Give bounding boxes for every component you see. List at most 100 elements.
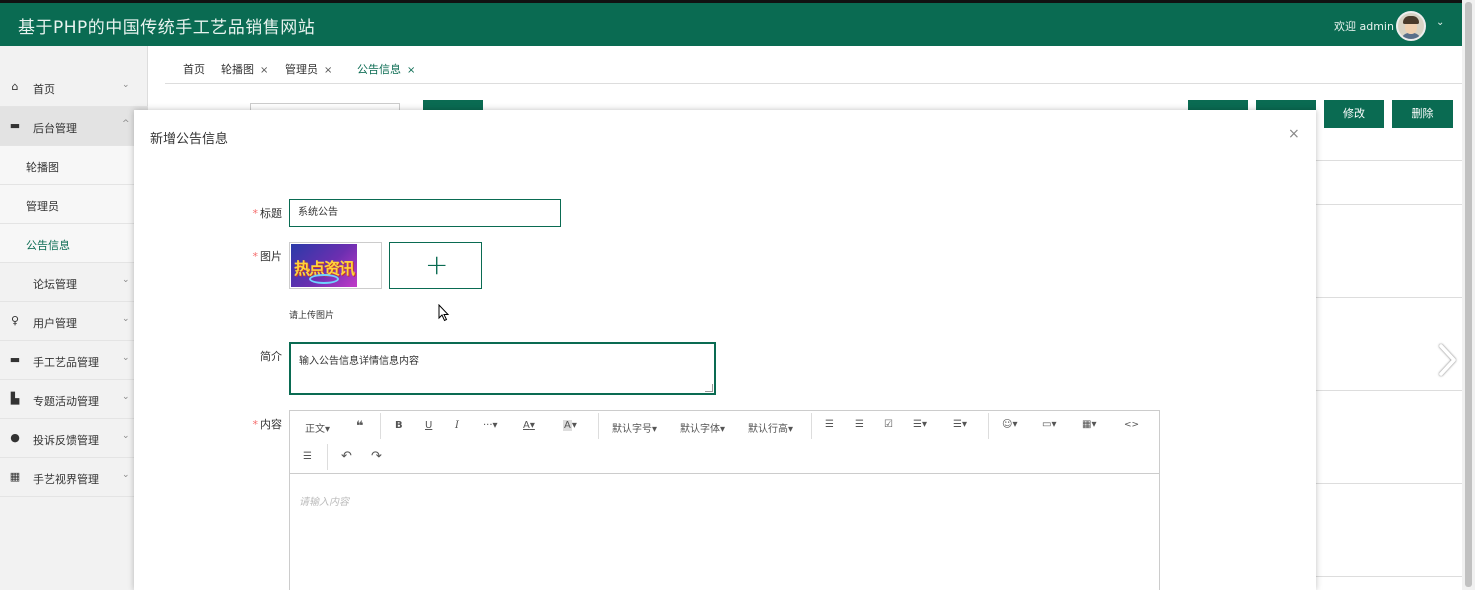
chevron-right-icon[interactable]	[1436, 340, 1460, 380]
chevron-down-icon: ⌄	[122, 470, 130, 480]
tab-admins[interactable]: 管理员 ×	[285, 61, 332, 77]
vertical-scrollbar[interactable]	[1462, 0, 1475, 590]
close-icon[interactable]: ×	[324, 65, 332, 76]
paragraph-dropdown[interactable]: 正文▾	[305, 420, 330, 435]
sidebar-item-feedback[interactable]: ● 投诉反馈管理 ⌄	[0, 419, 148, 458]
more-icon[interactable]: ···▾	[483, 420, 498, 431]
summary-label: 简介	[260, 350, 282, 363]
editor-toolbar: 正文▾ ❝ B U I ···▾ A▾ A▾ 默认字号▾ 默认字体▾ 默认行高▾…	[290, 411, 1159, 474]
sidebar-item-label: 投诉反馈管理	[33, 434, 99, 447]
redo-icon[interactable]: ↷	[371, 449, 382, 464]
chevron-down-icon[interactable]: ⌄	[1436, 17, 1444, 28]
toolbar-divider	[988, 413, 989, 439]
sidebar-item-craft-vision[interactable]: ▦ 手艺视界管理 ⌄	[0, 458, 148, 497]
folder-icon: ▬	[9, 353, 21, 366]
table-divider	[1316, 390, 1462, 391]
chart-icon: ▙	[10, 392, 20, 405]
resize-handle[interactable]	[705, 384, 713, 392]
news-image: 热点资讯	[291, 244, 357, 287]
caret-down-icon: ▾	[492, 420, 498, 431]
tab-bar: 首页 轮播图 × 管理员 × 公告信息 ×	[165, 56, 1462, 84]
more-glyph: ···	[483, 420, 493, 431]
caret-down-icon: ▾	[652, 424, 658, 435]
sidebar-item-admin[interactable]: ▬ 后台管理 ^	[0, 107, 148, 146]
code-icon[interactable]: <>	[1124, 420, 1139, 430]
sidebar-item-label: 手工艺品管理	[33, 356, 99, 369]
close-icon[interactable]: ×	[260, 65, 268, 76]
title-input[interactable]: 系统公告	[289, 199, 561, 227]
sidebar-subitem-label: 轮播图	[26, 161, 59, 174]
bulleted-list-icon[interactable]: ☰	[825, 419, 834, 430]
font-color-glyph: A	[523, 420, 530, 431]
sidebar-item-label: 后台管理	[33, 122, 77, 135]
caret-down-icon: ▾	[1051, 419, 1057, 430]
tab-home[interactable]: 首页	[183, 61, 205, 77]
indent-icon[interactable]: ☰▾	[953, 419, 967, 430]
avatar-shirt	[1401, 33, 1421, 39]
sidebar-item-home[interactable]: ⌂ 首页 ⌄	[0, 68, 148, 107]
toolbar-divider	[598, 413, 599, 439]
welcome-text: 欢迎 admin	[1334, 20, 1394, 33]
editor-placeholder[interactable]: 请输入内容	[299, 493, 349, 508]
table-divider	[1316, 297, 1462, 298]
align-icon[interactable]: ☰▾	[913, 419, 927, 430]
quote-icon[interactable]: ❝	[356, 419, 364, 434]
grid-icon: ▦	[9, 470, 21, 483]
edit-button[interactable]: 修改	[1324, 100, 1384, 128]
font-family-dropdown[interactable]: 默认字体▾	[680, 420, 725, 435]
circle-icon: ●	[10, 431, 20, 444]
line-height-dropdown[interactable]: 默认行高▾	[748, 420, 793, 435]
tab-announcements[interactable]: 公告信息 ×	[357, 61, 415, 77]
table-icon[interactable]: ▦▾	[1082, 419, 1096, 430]
dropdown-label: 默认行高	[748, 424, 788, 435]
top-header: 基于PHP的中国传统手工艺品销售网站 欢迎 admin ⌄	[0, 0, 1462, 46]
tab-label: 首页	[183, 63, 205, 76]
uploaded-image-thumbnail[interactable]: 热点资讯	[289, 242, 382, 289]
caret-down-icon: ▾	[529, 420, 535, 431]
sidebar-subitem-admins[interactable]: 管理员	[0, 185, 148, 224]
font-color-icon[interactable]: A▾	[523, 420, 535, 431]
close-icon[interactable]: ×	[407, 65, 415, 76]
chevron-down-icon: ⌄	[122, 353, 130, 363]
todo-icon[interactable]: ☑	[884, 419, 893, 430]
toolbar-divider	[380, 413, 381, 439]
dropdown-label: 默认字体	[680, 424, 720, 435]
bg-color-glyph: A	[563, 420, 572, 431]
background-color-icon[interactable]: A▾	[563, 420, 577, 431]
summary-textarea[interactable]: 输入公告信息详情信息内容	[289, 342, 716, 395]
emoji-icon[interactable]: ☺▾	[1002, 419, 1017, 430]
sidebar-subitem-carousel[interactable]: 轮播图	[0, 146, 148, 185]
table-divider	[1316, 160, 1462, 161]
sidebar-item-events[interactable]: ▙ 专题活动管理 ⌄	[0, 380, 148, 419]
italic-icon[interactable]: I	[455, 420, 459, 431]
avatar[interactable]	[1396, 11, 1426, 41]
toolbar-divider	[811, 413, 812, 439]
toolbar-divider	[327, 444, 328, 470]
dropdown-label: 默认字号	[612, 424, 652, 435]
font-size-dropdown[interactable]: 默认字号▾	[612, 420, 657, 435]
sidebar-item-forum[interactable]: 论坛管理 ⌄	[0, 263, 148, 302]
underline-icon[interactable]: U	[425, 420, 432, 431]
caret-down-icon: ▾	[961, 419, 967, 430]
sidebar-subitem-announcements[interactable]: 公告信息	[0, 224, 148, 263]
image-icon[interactable]: ▭▾	[1042, 419, 1056, 430]
indent-glyph: ☰	[953, 419, 962, 430]
user-icon: ♀	[10, 314, 20, 327]
caret-down-icon: ▾	[571, 420, 577, 431]
server-icon: ▬	[9, 119, 21, 132]
scrollbar-thumb[interactable]	[1465, 2, 1472, 587]
chevron-down-icon: ⌄	[122, 80, 130, 90]
sidebar-item-users[interactable]: ♀ 用户管理 ⌄	[0, 302, 148, 341]
divider-icon[interactable]: ☰	[303, 451, 312, 462]
tab-carousel[interactable]: 轮播图 ×	[221, 61, 268, 77]
bold-icon[interactable]: B	[395, 420, 403, 431]
label-text: 图片	[260, 250, 282, 263]
upload-image-button[interactable]: +	[389, 242, 482, 289]
numbered-list-icon[interactable]: ☰	[855, 419, 864, 430]
table-divider	[1316, 576, 1462, 577]
close-icon[interactable]: ×	[1288, 126, 1300, 142]
delete-button[interactable]: 删除	[1392, 100, 1453, 128]
required-mark: *	[252, 418, 259, 431]
undo-icon[interactable]: ↶	[341, 449, 352, 464]
sidebar-item-crafts[interactable]: ▬ 手工艺品管理 ⌄	[0, 341, 148, 380]
